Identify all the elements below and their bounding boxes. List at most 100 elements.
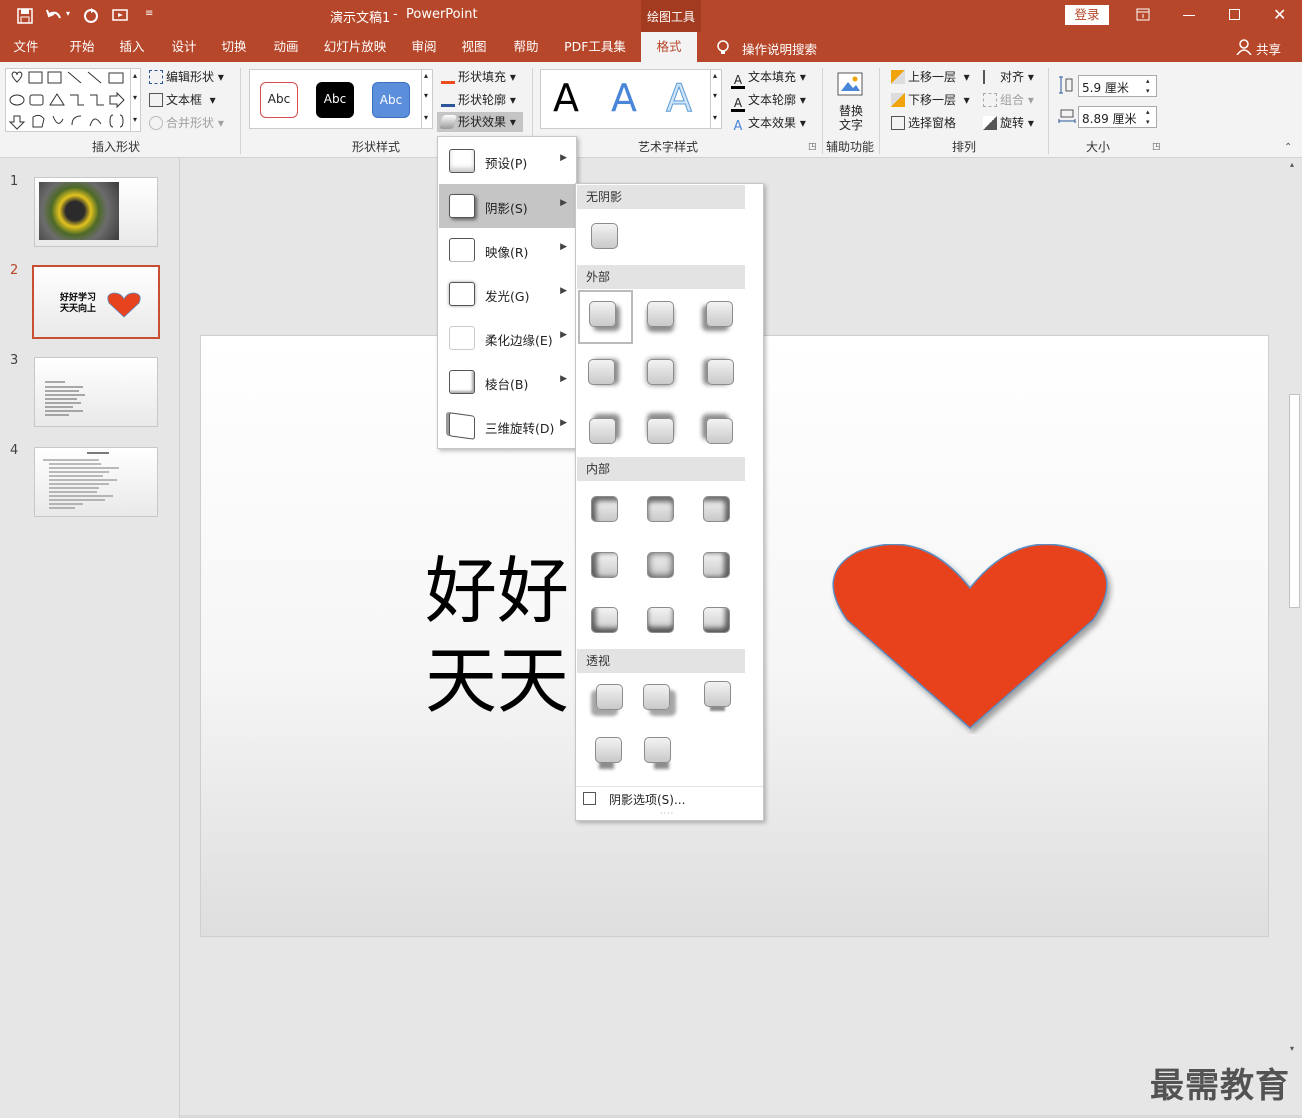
tab-insert[interactable]: 插入 — [108, 32, 156, 62]
shadow-swatch-inner-7[interactable] — [591, 607, 618, 633]
shadow-swatch-inner-3[interactable] — [703, 496, 730, 522]
gallery-more-icon[interactable]: ▾ — [713, 113, 717, 122]
user-icon[interactable] — [1236, 39, 1252, 55]
edit-shape-button[interactable]: 编辑形状 ▾ — [149, 67, 224, 87]
slide-thumbnail-1[interactable] — [34, 177, 158, 247]
shape-outline-button[interactable]: 形状轮廓 ▾ — [441, 90, 516, 110]
resize-grip-icon[interactable]: ···· — [660, 809, 674, 818]
dialog-launcher-icon[interactable]: ◳ — [808, 142, 817, 152]
shape-style-black[interactable]: Abc — [316, 82, 354, 118]
tab-animations[interactable]: 动画 — [262, 32, 310, 62]
menu-item-preset[interactable]: 预设(P) ▶ — [439, 139, 575, 183]
tab-view[interactable]: 视图 — [450, 32, 498, 62]
shadow-swatch-perspective-1[interactable] — [596, 684, 623, 710]
close-button[interactable]: ✕ — [1273, 5, 1286, 24]
shadow-swatch-outer-9[interactable] — [706, 418, 733, 444]
slide-thumbnail-2[interactable]: 好好学习 天天向上 — [32, 265, 160, 339]
scroll-up-icon[interactable]: ▴ — [713, 71, 717, 80]
menu-item-glow[interactable]: 发光(G) ▶ — [439, 272, 575, 316]
wordart-style-black[interactable]: A — [553, 76, 579, 120]
textbox-button[interactable]: 文本框 ▾ — [149, 90, 216, 110]
shadow-swatch-outer-8[interactable] — [647, 418, 674, 444]
customize-qat-icon[interactable]: ≡ — [145, 8, 153, 19]
tab-help[interactable]: 帮助 — [502, 32, 550, 62]
shapes-gallery-scroll[interactable]: ▴ ▾ ▾ — [130, 69, 141, 131]
shape-styles-scroll[interactable]: ▴ ▾ ▾ — [421, 69, 433, 129]
heart-shape[interactable] — [825, 544, 1115, 734]
shape-height-input[interactable]: 5.9 厘米 ▴ ▾ — [1078, 75, 1157, 97]
tab-review[interactable]: 审阅 — [400, 32, 448, 62]
minimize-button[interactable] — [1183, 15, 1195, 16]
dialog-launcher-icon[interactable]: ◳ — [1152, 142, 1161, 152]
scroll-up-icon[interactable]: ▴ — [133, 71, 137, 80]
redo-icon[interactable] — [83, 8, 99, 24]
align-button[interactable]: 对齐 ▾ — [983, 67, 1034, 87]
menu-item-3d-rotation[interactable]: 三维旋转(D) ▶ — [439, 404, 575, 448]
slide-textbox[interactable]: 好好 天天 — [425, 546, 569, 726]
shape-effects-button[interactable]: 形状效果 ▾ — [437, 112, 523, 132]
tab-file[interactable]: 文件 — [2, 32, 50, 62]
alt-text-icon[interactable] — [836, 70, 866, 100]
shadow-swatch-outer-6[interactable] — [707, 359, 734, 385]
shape-style-outline[interactable]: Abc — [260, 82, 298, 118]
shadow-swatch-outer-4[interactable] — [588, 359, 615, 385]
maximize-button[interactable] — [1229, 9, 1240, 20]
merge-shapes-button[interactable]: 合并形状 ▾ — [149, 113, 224, 133]
shape-style-blue[interactable]: Abc — [372, 82, 410, 118]
tell-me-search[interactable]: 操作说明搜索 — [742, 39, 817, 58]
scroll-up-icon[interactable]: ▴ — [424, 71, 428, 80]
shadow-swatch-perspective-5[interactable] — [644, 737, 671, 763]
bring-forward-button[interactable]: 上移一层 ▾ — [891, 67, 970, 87]
shadow-options-link[interactable]: 阴影选项(S)... — [609, 791, 685, 808]
shadow-swatch-perspective-2[interactable] — [643, 684, 670, 710]
scroll-down-icon[interactable]: ▾ — [713, 91, 717, 100]
text-effects-button[interactable]: A 文本效果 ▾ — [731, 113, 806, 133]
share-button[interactable]: 共享 — [1256, 39, 1281, 58]
alt-text-button[interactable]: 替换 文字 — [838, 104, 864, 132]
group-button[interactable]: 组合 ▾ — [983, 90, 1034, 110]
tab-transitions[interactable]: 切换 — [210, 32, 258, 62]
ribbon-display-options-icon[interactable] — [1136, 8, 1150, 22]
selection-pane-button[interactable]: 选择窗格 — [891, 113, 956, 133]
collapse-ribbon-icon[interactable]: ⌃ — [1284, 142, 1292, 153]
gallery-more-icon[interactable]: ▾ — [133, 115, 137, 124]
tab-format[interactable]: 格式 — [641, 32, 697, 62]
shadow-swatch-outer-7[interactable] — [589, 418, 616, 444]
shadow-swatch-inner-9[interactable] — [703, 607, 730, 633]
scroll-up-arrow-icon[interactable]: ▴ — [1290, 160, 1294, 169]
shadow-swatch-outer-2[interactable] — [647, 301, 674, 327]
text-fill-button[interactable]: A 文本填充 ▾ — [731, 67, 806, 89]
scroll-down-icon[interactable]: ▾ — [133, 93, 137, 102]
shadow-swatch-none[interactable] — [591, 223, 618, 249]
menu-item-soft-edges[interactable]: 柔化边缘(E) ▶ — [439, 316, 575, 360]
send-backward-button[interactable]: 下移一层 ▾ — [891, 90, 970, 110]
save-icon[interactable] — [17, 8, 33, 24]
shape-styles-gallery[interactable]: Abc Abc Abc — [249, 69, 433, 129]
tab-design[interactable]: 设计 — [160, 32, 208, 62]
scrollbar-thumb[interactable] — [1289, 394, 1300, 608]
slide-thumbnail-3[interactable] — [34, 357, 158, 427]
shadow-swatch-inner-8[interactable] — [647, 607, 674, 633]
shadow-swatch-perspective-4[interactable] — [595, 737, 622, 763]
tab-slideshow[interactable]: 幻灯片放映 — [318, 32, 392, 62]
shadow-swatch-inner-6[interactable] — [703, 552, 730, 578]
vertical-scrollbar[interactable]: ▴ ▾ — [1287, 158, 1302, 1058]
tab-home[interactable]: 开始 — [58, 32, 106, 62]
shadow-swatch-inner-5[interactable] — [647, 552, 674, 578]
undo-dropdown-icon[interactable]: ▾ — [66, 9, 70, 18]
menu-item-shadow[interactable]: 阴影(S) ▶ — [439, 184, 575, 228]
wordart-gallery[interactable]: A A A — [540, 69, 722, 129]
wordart-style-outline[interactable]: A — [666, 76, 693, 121]
wordart-style-blue[interactable]: A — [611, 76, 637, 120]
text-outline-button[interactable]: A 文本轮廓 ▾ — [731, 90, 806, 112]
shapes-gallery[interactable] — [5, 68, 141, 132]
shape-fill-button[interactable]: 形状填充 ▾ — [441, 67, 516, 87]
rotate-button[interactable]: 旋转 ▾ — [983, 113, 1034, 133]
menu-item-reflection[interactable]: 映像(R) ▶ — [439, 228, 575, 272]
shadow-swatch-inner-2[interactable] — [647, 496, 674, 522]
gallery-more-icon[interactable]: ▾ — [424, 113, 428, 122]
shadow-swatch-inner-4[interactable] — [591, 552, 618, 578]
login-button[interactable]: 登录 — [1065, 5, 1109, 25]
shape-width-input[interactable]: 8.89 厘米 ▴ ▾ — [1078, 106, 1157, 128]
start-slideshow-icon[interactable] — [112, 8, 130, 24]
